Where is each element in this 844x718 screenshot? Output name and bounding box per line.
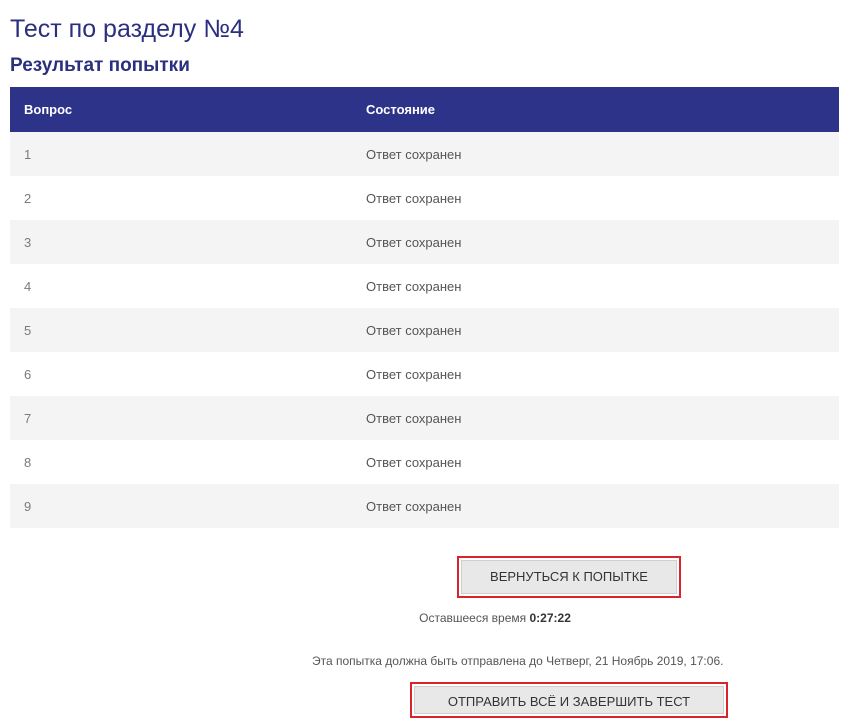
submit-button-highlight: ОТПРАВИТЬ ВСЁ И ЗАВЕРШИТЬ ТЕСТ — [410, 682, 728, 718]
page-title: Тест по разделу №4 — [10, 15, 244, 43]
column-header-state: Состояние — [366, 87, 839, 132]
question-state: Ответ сохранен — [366, 176, 839, 220]
time-remaining: Оставшееся время 0:27:22 — [0, 611, 844, 625]
table-row: 9 Ответ сохранен — [10, 484, 839, 528]
table-row: 2 Ответ сохранен — [10, 176, 839, 220]
table-row: 1 Ответ сохранен — [10, 132, 839, 176]
attempt-summary-table: Вопрос Состояние 1 Ответ сохранен 2 Отве… — [10, 87, 839, 528]
table-header-row: Вопрос Состояние — [10, 87, 839, 132]
question-state: Ответ сохранен — [366, 352, 839, 396]
question-number[interactable]: 3 — [10, 220, 366, 264]
question-number[interactable]: 1 — [10, 132, 366, 176]
time-remaining-value: 0:27:22 — [529, 611, 571, 625]
time-remaining-label: Оставшееся время — [419, 611, 527, 625]
question-number[interactable]: 6 — [10, 352, 366, 396]
return-to-attempt-button[interactable]: ВЕРНУТЬСЯ К ПОПЫТКЕ — [461, 560, 677, 594]
question-state: Ответ сохранен — [366, 396, 839, 440]
submission-deadline: Эта попытка должна быть отправлена до Че… — [312, 654, 724, 668]
question-state: Ответ сохранен — [366, 440, 839, 484]
column-header-question: Вопрос — [10, 87, 366, 132]
question-state: Ответ сохранен — [366, 264, 839, 308]
table-row: 5 Ответ сохранен — [10, 308, 839, 352]
table-row: 7 Ответ сохранен — [10, 396, 839, 440]
question-state: Ответ сохранен — [366, 484, 839, 528]
question-state: Ответ сохранен — [366, 308, 839, 352]
question-number[interactable]: 8 — [10, 440, 366, 484]
return-button-highlight: ВЕРНУТЬСЯ К ПОПЫТКЕ — [457, 556, 681, 598]
table-row: 4 Ответ сохранен — [10, 264, 839, 308]
question-state: Ответ сохранен — [366, 132, 839, 176]
question-number[interactable]: 9 — [10, 484, 366, 528]
question-number[interactable]: 7 — [10, 396, 366, 440]
question-state: Ответ сохранен — [366, 220, 839, 264]
table-row: 6 Ответ сохранен — [10, 352, 839, 396]
question-number[interactable]: 2 — [10, 176, 366, 220]
question-number[interactable]: 4 — [10, 264, 366, 308]
question-number[interactable]: 5 — [10, 308, 366, 352]
submit-all-and-finish-button[interactable]: ОТПРАВИТЬ ВСЁ И ЗАВЕРШИТЬ ТЕСТ — [414, 686, 724, 714]
table-row: 3 Ответ сохранен — [10, 220, 839, 264]
page-subtitle: Результат попытки — [10, 55, 190, 76]
table-row: 8 Ответ сохранен — [10, 440, 839, 484]
